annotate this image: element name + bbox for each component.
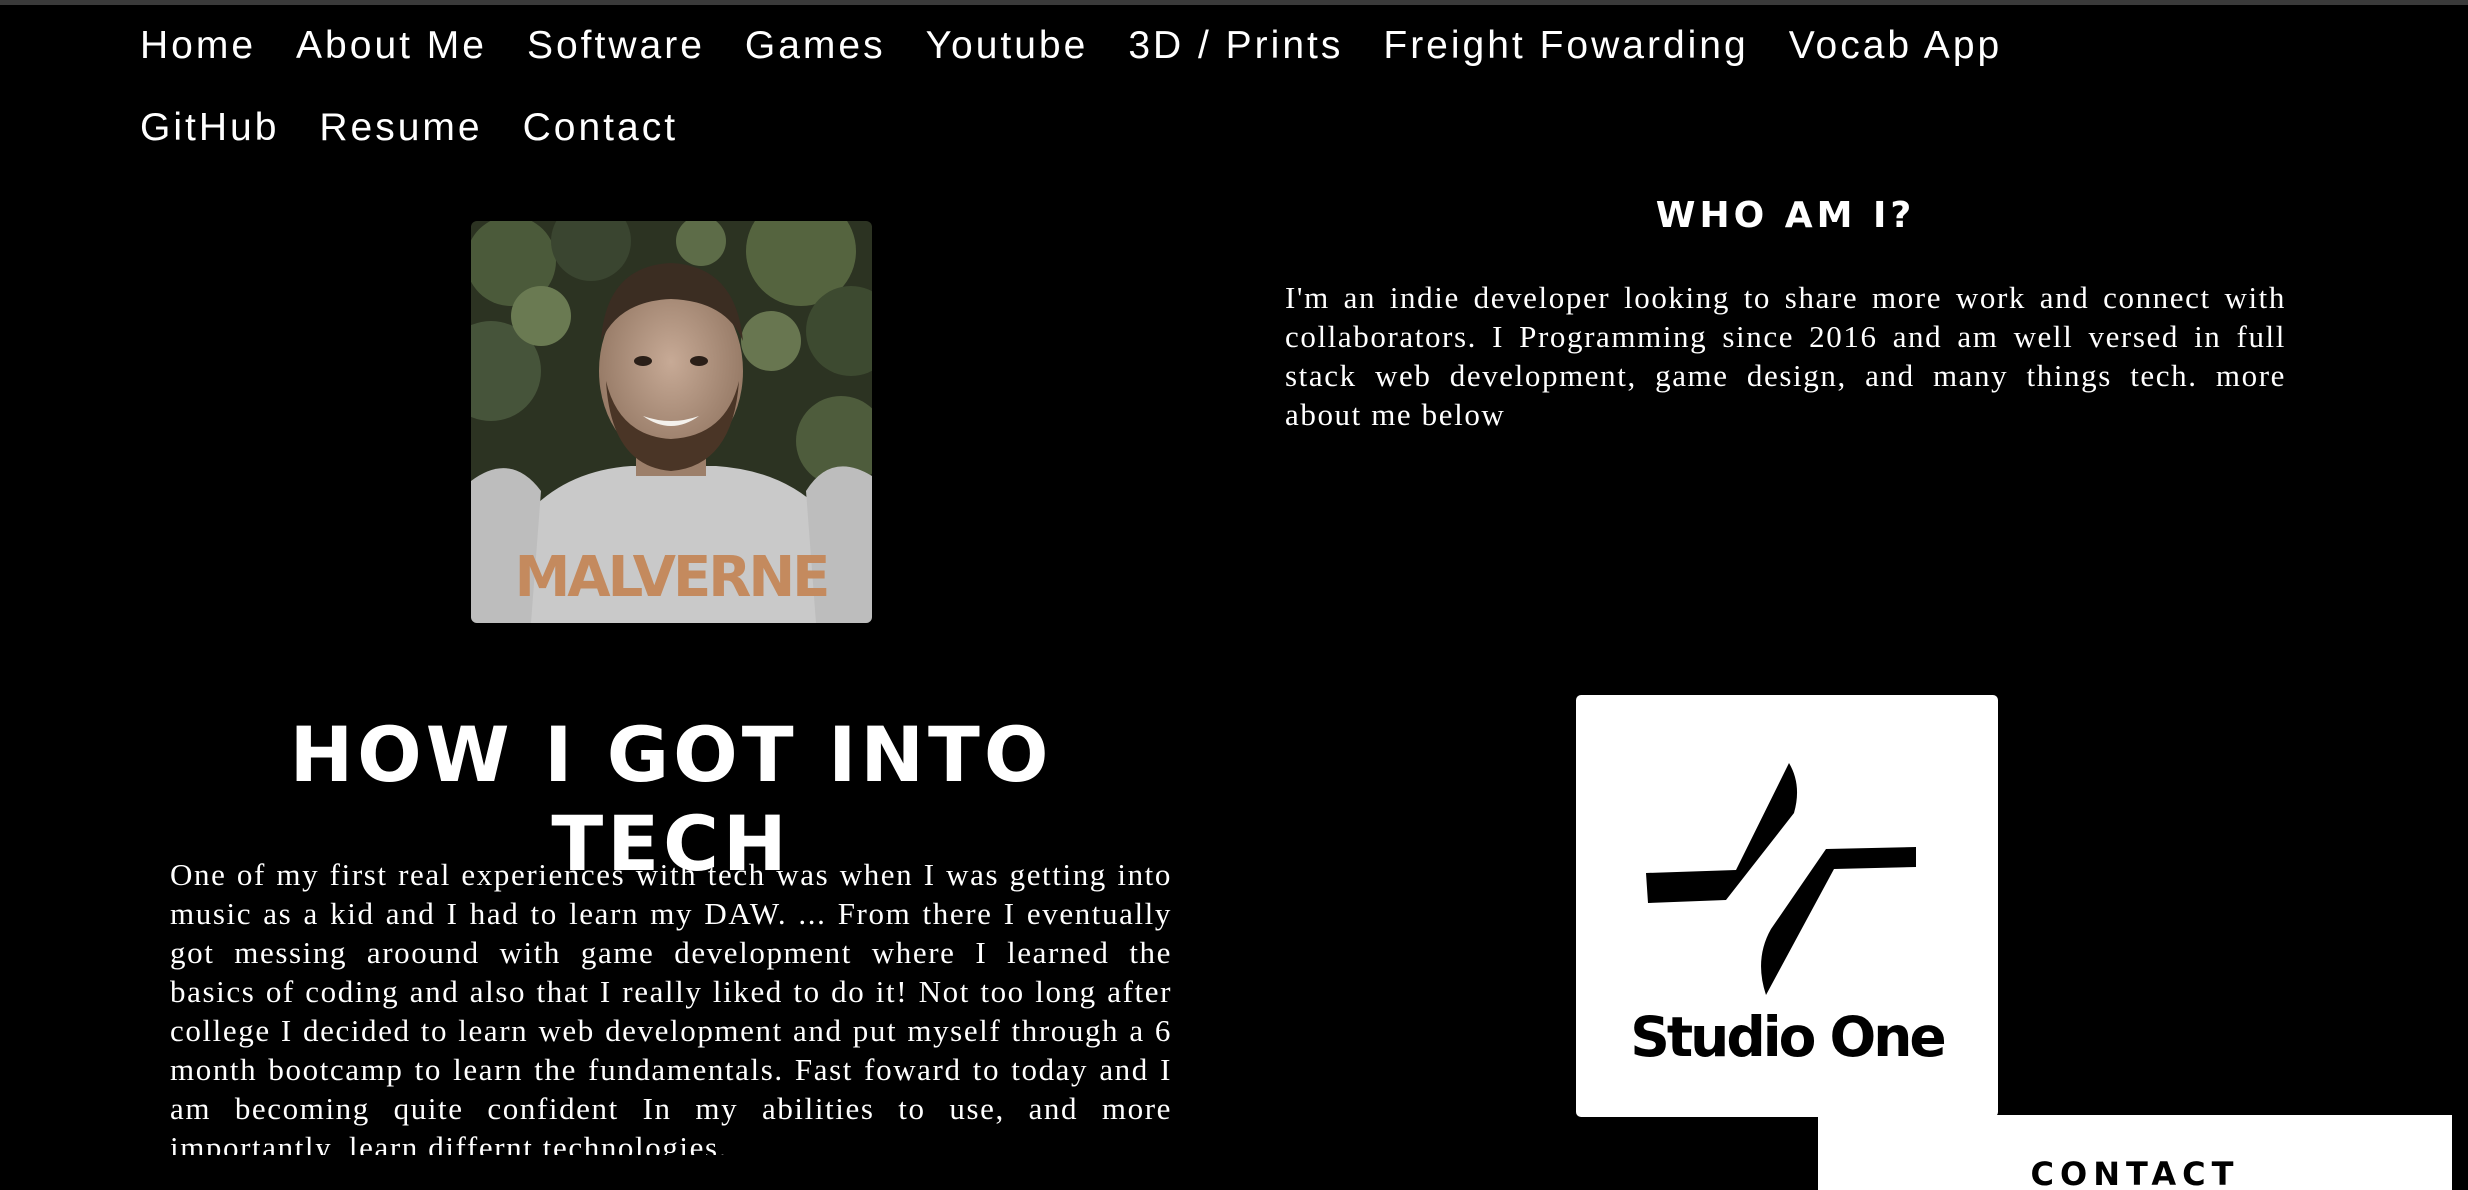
nav-link-youtube[interactable]: Youtube bbox=[906, 24, 1109, 68]
nav-link-vocab-app[interactable]: Vocab App bbox=[1769, 24, 2023, 68]
contact-tab-label: CONTACT bbox=[2030, 1155, 2240, 1190]
contact-tab[interactable]: CONTACT bbox=[1818, 1115, 2452, 1190]
main-nav: Home About Me Software Games Youtube 3D … bbox=[120, 5, 2300, 169]
who-am-i-text: I'm an indie developer looking to share … bbox=[1285, 280, 2286, 432]
nav-link-github[interactable]: GitHub bbox=[120, 106, 299, 150]
nav-link-3d-prints[interactable]: 3D / Prints bbox=[1108, 24, 1363, 68]
profile-photo: MALVERNE bbox=[471, 221, 872, 623]
studio-one-mark-icon bbox=[1646, 763, 1916, 995]
how-i-got-into-tech-text: One of my first real experiences with te… bbox=[170, 857, 1172, 1155]
nav-link-resume[interactable]: Resume bbox=[299, 106, 502, 150]
nav-row-1: Home About Me Software Games Youtube 3D … bbox=[120, 5, 2300, 87]
nav-link-freight-fowarding[interactable]: Freight Fowarding bbox=[1363, 24, 1768, 68]
nav-link-software[interactable]: Software bbox=[507, 24, 725, 68]
svg-text:MALVERNE: MALVERNE bbox=[515, 545, 828, 610]
studio-one-logo: Studio One bbox=[1576, 695, 1998, 1117]
nav-link-games[interactable]: Games bbox=[725, 24, 906, 68]
who-am-i-heading: WHO AM I? bbox=[1655, 195, 1916, 236]
nav-row-2: GitHub Resume Contact bbox=[120, 87, 2300, 169]
nav-link-about-me[interactable]: About Me bbox=[276, 24, 507, 68]
nav-link-home[interactable]: Home bbox=[120, 24, 276, 68]
studio-one-logo-text: Studio One bbox=[1630, 1005, 1946, 1069]
nav-link-contact[interactable]: Contact bbox=[503, 106, 698, 150]
